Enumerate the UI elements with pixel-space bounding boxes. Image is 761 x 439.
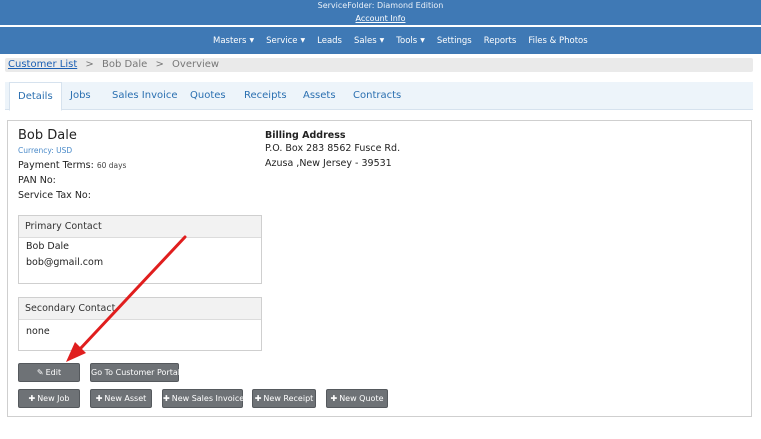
customer-tabs: Details Jobs Sales Invoice Quotes Receip…: [5, 82, 753, 111]
app-title: ServiceFolder: Diamond Edition: [317, 1, 444, 10]
breadcrumb-customer-list-link[interactable]: Customer List: [8, 59, 77, 70]
main-nav: Masters ▼ Service ▼ Leads Sales ▼ Tools ▼ Setting…: [0, 27, 761, 54]
new-receipt-button[interactable]: ✚ New Receipt: [252, 389, 316, 408]
plus-icon: ✚: [254, 394, 262, 403]
breadcrumb-customer: Bob Dale: [102, 59, 148, 70]
nav-item-masters[interactable]: Masters ▼: [213, 36, 254, 46]
nav-item-sales[interactable]: Sales ▼: [354, 36, 384, 46]
nav-item-files-photos[interactable]: Files & Photos: [528, 36, 587, 46]
nav-item-label: Service: [266, 35, 298, 46]
breadcrumb-page: Overview: [172, 59, 220, 70]
nav-item-label: Files & Photos: [528, 35, 588, 46]
billing-address-title: Billing Address: [265, 130, 346, 141]
primary-contact-email: bob@gmail.com: [26, 257, 104, 268]
nav-item-settings[interactable]: Settings: [437, 36, 472, 46]
new-receipt-label: New Receipt: [263, 394, 314, 403]
plus-icon: ✚: [330, 394, 338, 403]
new-sales-invoice-button[interactable]: ✚ New Sales Invoice: [162, 389, 245, 408]
new-quote-label: New Quote: [339, 394, 384, 403]
primary-contact-name: Bob Dale: [26, 241, 70, 252]
payment-terms: Payment Terms: 60 days: [18, 160, 126, 171]
new-quote-button[interactable]: ✚ New Quote: [326, 389, 388, 408]
nav-item-tools[interactable]: Tools ▼: [396, 36, 425, 46]
nav-item-reports[interactable]: Reports: [484, 36, 517, 46]
new-sales-invoice-label: New Sales Invoice: [171, 394, 245, 403]
tab-sales-invoice[interactable]: Sales Invoice: [112, 82, 178, 110]
nav-item-label: Masters: [213, 35, 247, 46]
tab-contracts[interactable]: Contracts: [353, 82, 401, 110]
breadcrumb-separator: >: [85, 59, 94, 70]
plus-icon: ✚: [163, 394, 170, 403]
nav-item-leads[interactable]: Leads: [317, 36, 342, 46]
nav-item-label: Reports: [483, 35, 517, 46]
payment-terms-value: 60 days: [96, 161, 127, 170]
billing-address-line1: P.O. Box 283 8562 Fusce Rd.: [265, 143, 401, 154]
tab-receipts[interactable]: Receipts: [244, 82, 287, 110]
plus-icon: ✚: [28, 394, 36, 403]
secondary-contact-box: Secondary Contact none: [18, 297, 262, 351]
chevron-down-icon: ▼: [300, 36, 306, 44]
new-asset-label: New Asset: [104, 394, 147, 403]
tab-jobs[interactable]: Jobs: [70, 82, 91, 110]
customer-currency: Currency: USD: [18, 146, 73, 155]
portal-button-label: Go To Customer Portal: [91, 368, 180, 377]
tab-details[interactable]: Details: [9, 82, 62, 111]
pan-number-label: PAN No:: [18, 175, 56, 186]
secondary-contact-title: Secondary Contact: [19, 298, 261, 320]
service-tax-label: Service Tax No:: [18, 190, 91, 201]
new-job-button[interactable]: ✚ New Job: [18, 389, 80, 408]
edit-button-label: Edit: [45, 368, 62, 377]
breadcrumb: Customer List > Bob Dale > Overview: [5, 58, 753, 72]
go-to-customer-portal-button[interactable]: Go To Customer Portal: [90, 363, 180, 382]
new-asset-button[interactable]: ✚ New Asset: [90, 389, 152, 408]
primary-contact-box: Primary Contact Bob Dale bob@gmail.com: [18, 215, 262, 284]
tab-quotes[interactable]: Quotes: [190, 82, 226, 110]
chevron-down-icon: ▼: [249, 36, 255, 44]
nav-item-label: Tools: [396, 35, 418, 46]
nav-item-label: Sales: [354, 35, 377, 46]
new-job-label: New Job: [37, 394, 70, 403]
customer-name: Bob Dale: [18, 128, 77, 143]
billing-address-line2: Azusa ,New Jersey - 39531: [265, 158, 392, 169]
account-info-link[interactable]: Account Info: [356, 13, 406, 24]
payment-terms-label: Payment Terms:: [18, 160, 94, 171]
edit-button[interactable]: ✎ Edit: [18, 363, 80, 382]
tab-assets[interactable]: Assets: [303, 82, 336, 110]
breadcrumb-separator: >: [155, 59, 164, 70]
nav-items: Masters ▼ Service ▼ Leads Sales ▼ Tools ▼ Setting…: [213, 27, 600, 54]
nav-item-label: Leads: [317, 35, 342, 46]
app-header: ServiceFolder: Diamond Edition Account I…: [0, 0, 761, 25]
chevron-down-icon: ▼: [420, 36, 425, 44]
nav-item-service[interactable]: Service ▼: [266, 36, 305, 46]
nav-item-label: Settings: [436, 35, 472, 46]
secondary-contact-value: none: [26, 326, 50, 337]
chevron-down-icon: ▼: [379, 36, 385, 44]
plus-icon: ✚: [95, 394, 103, 403]
edit-icon: ✎: [36, 368, 44, 377]
primary-contact-title: Primary Contact: [19, 216, 261, 238]
